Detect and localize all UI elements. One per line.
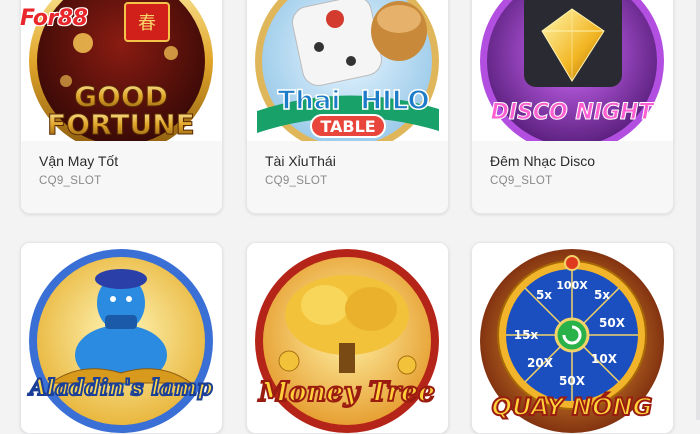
- art-title-line2: FORTUNE: [47, 108, 195, 141]
- art-title: Money Tree: [258, 377, 436, 408]
- game-provider: CQ9_SLOT: [39, 175, 102, 187]
- svg-text:春: 春: [138, 13, 156, 34]
- game-thumbnail[interactable]: Money Tree: [247, 243, 448, 433]
- wheel-label-6: 5x: [594, 288, 610, 302]
- game-title: Đêm Nhạc Disco: [490, 153, 596, 169]
- art-title-thai: Thai: [278, 86, 341, 116]
- wheel-label-3: 20X: [527, 356, 554, 370]
- wheel-label-1: 50X: [599, 316, 626, 330]
- game-info: Đêm Nhạc Disco CQ9_SLOT: [472, 141, 673, 213]
- wheel-label-0: 5x: [536, 288, 552, 302]
- art-title: Aladdin's lamp: [28, 375, 213, 401]
- scrollbar-track[interactable]: [696, 0, 700, 420]
- wheel-label-2: 10X: [591, 352, 618, 366]
- game-title: Tài XỉuThái: [265, 153, 336, 169]
- game-card-money-tree[interactable]: Money Tree: [246, 242, 449, 434]
- game-thumbnail[interactable]: Thai HILO TABLE: [247, 0, 448, 151]
- wheel-label-7: 50X: [559, 374, 586, 388]
- game-card-quay-nong[interactable]: 5x 50X 10X 20X 15x 100X 5x 50X QUAY NÓNG: [471, 242, 674, 434]
- game-thumbnail[interactable]: DISCO NIGHT: [472, 0, 673, 151]
- game-thumbnail[interactable]: Aladdin's lamp: [21, 243, 222, 433]
- art-title-hilo: HILO: [360, 86, 429, 116]
- game-thumbnail[interactable]: 5x 50X 10X 20X 15x 100X 5x 50X QUAY NÓNG: [472, 243, 673, 433]
- game-card-disco-night[interactable]: DISCO NIGHT Đêm Nhạc Disco CQ9_SLOT: [471, 0, 674, 214]
- art-title-table: TABLE: [320, 117, 375, 136]
- game-info: Vận May Tốt CQ9_SLOT: [21, 141, 222, 213]
- game-provider: CQ9_SLOT: [265, 175, 328, 187]
- art-title: DISCO NIGHT: [491, 100, 656, 125]
- game-provider: CQ9_SLOT: [490, 175, 553, 187]
- game-card-good-fortune[interactable]: 春 GOOD FORTUNE Vận May Tốt CQ9_SLOT: [20, 0, 223, 214]
- art-title: QUAY NÓNG: [492, 391, 653, 421]
- game-card-aladdins-lamp[interactable]: Aladdin's lamp: [20, 242, 223, 434]
- brand-logo[interactable]: For88: [20, 6, 88, 31]
- game-info: Tài XỉuThái CQ9_SLOT: [247, 141, 448, 213]
- game-card-thai-hilo[interactable]: Thai HILO TABLE Tài XỉuThái CQ9_SLOT: [246, 0, 449, 214]
- game-grid: 春 GOOD FORTUNE Vận May Tốt CQ9_SLOT Thai…: [0, 0, 700, 434]
- wheel-label-5: 100X: [556, 279, 588, 292]
- wheel-label-4: 15x: [514, 328, 539, 342]
- game-title: Vận May Tốt: [39, 153, 119, 169]
